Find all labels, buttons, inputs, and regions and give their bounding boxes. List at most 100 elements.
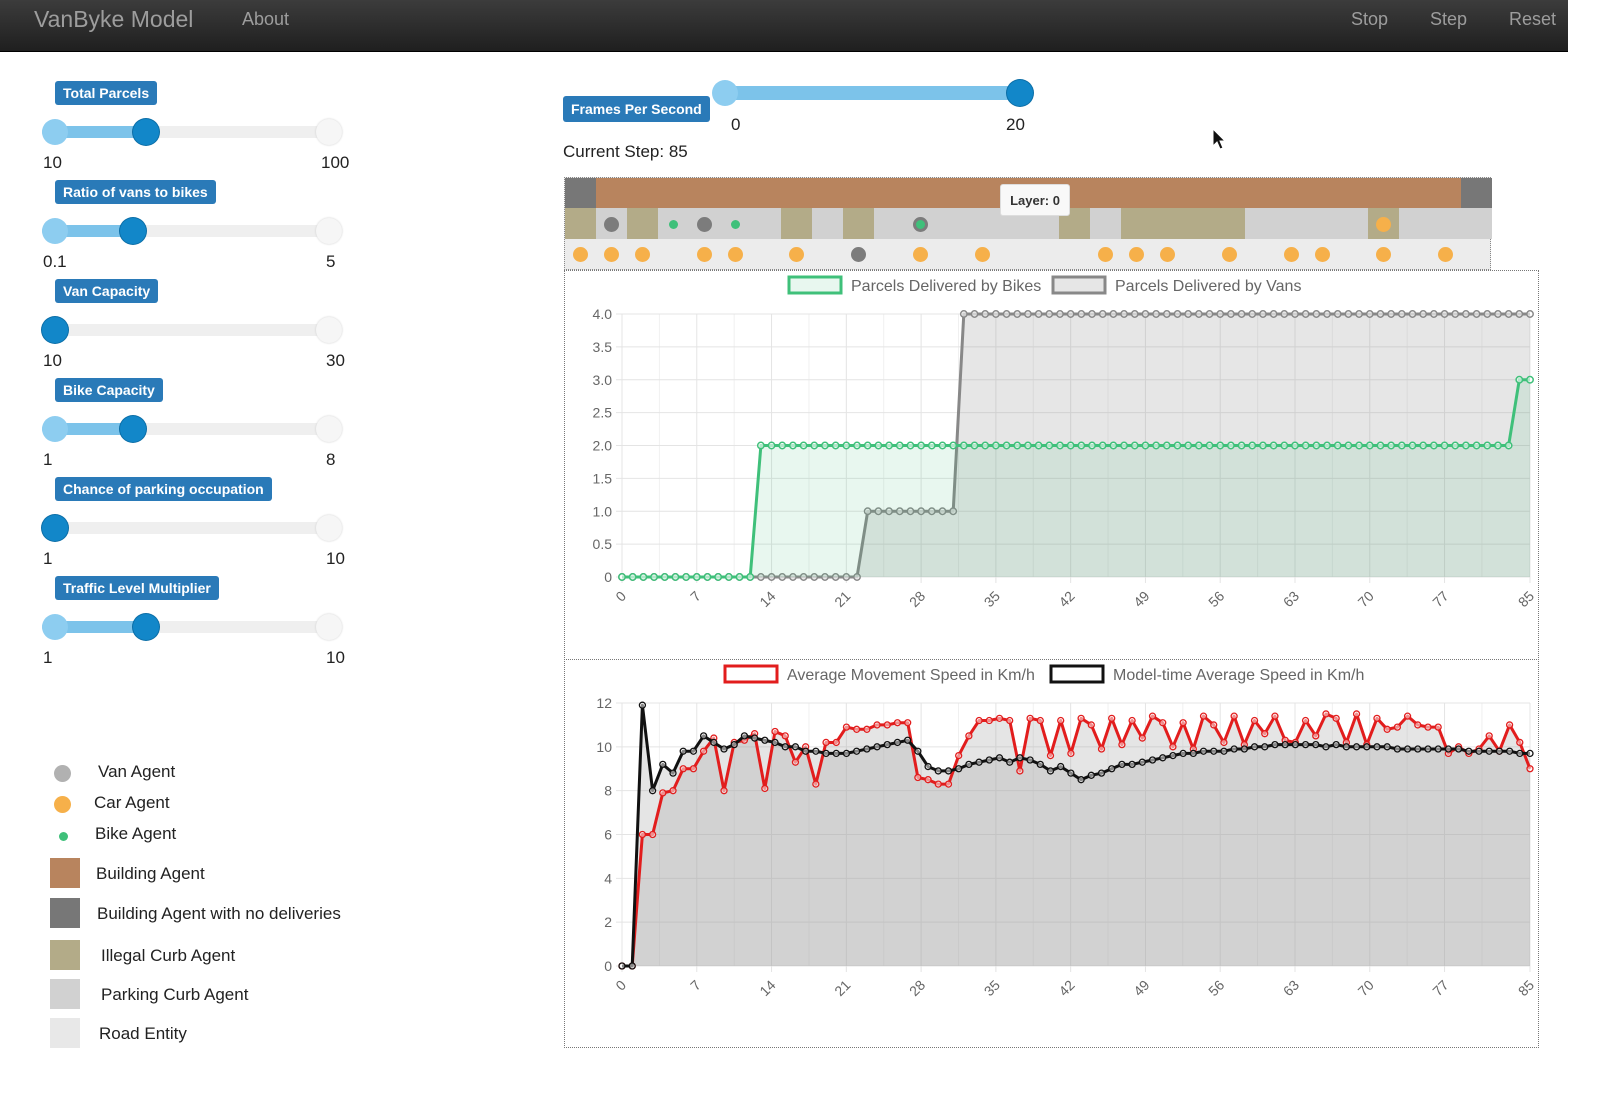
car-agent[interactable] — [634, 247, 650, 262]
bike-agent[interactable] — [668, 219, 678, 229]
slider-value-handle[interactable] — [42, 515, 68, 541]
building-cell[interactable] — [1244, 178, 1276, 208]
car-agent[interactable] — [1221, 247, 1237, 262]
building-cell[interactable] — [843, 178, 875, 208]
building-cell[interactable] — [1430, 178, 1462, 208]
bike-agent[interactable] — [730, 219, 740, 229]
building-cell[interactable] — [1183, 178, 1214, 208]
car-agent[interactable] — [1376, 216, 1392, 232]
param-slider[interactable] — [42, 614, 342, 640]
fps-value-handle[interactable] — [1007, 80, 1033, 106]
building-cell[interactable] — [1213, 178, 1245, 208]
slider-value-handle[interactable] — [133, 614, 160, 640]
car-agent[interactable] — [974, 247, 990, 262]
van-agent[interactable] — [603, 216, 619, 232]
slider-min-handle[interactable] — [42, 614, 68, 640]
slider-value-handle[interactable] — [133, 119, 160, 145]
building-cell[interactable] — [626, 178, 658, 208]
fps-min-handle[interactable] — [712, 80, 738, 106]
building-cell[interactable] — [1121, 178, 1153, 208]
building-cell[interactable] — [657, 178, 689, 208]
slider-value-handle[interactable] — [120, 218, 147, 244]
car-agent[interactable] — [1438, 247, 1454, 262]
car-agent[interactable] — [1129, 247, 1145, 262]
slider-max-handle[interactable] — [316, 614, 342, 640]
illegal-curb-cell[interactable] — [843, 208, 875, 239]
param-slider[interactable] — [42, 317, 342, 343]
building-cell[interactable] — [812, 178, 844, 208]
parking-curb-cell[interactable] — [750, 208, 782, 239]
building-cell[interactable] — [750, 178, 782, 208]
parking-curb-cell[interactable] — [1399, 208, 1431, 239]
car-agent[interactable] — [727, 247, 743, 262]
building-cell[interactable] — [688, 178, 720, 208]
building-cell[interactable] — [966, 178, 998, 208]
slider-value-handle[interactable] — [120, 416, 147, 442]
param-slider[interactable] — [42, 218, 342, 244]
car-agent[interactable] — [789, 247, 805, 262]
illegal-curb-cell[interactable] — [781, 208, 813, 239]
illegal-curb-cell[interactable] — [1183, 208, 1214, 239]
car-agent[interactable] — [1314, 247, 1330, 262]
car-agent[interactable] — [696, 247, 712, 262]
bike-agent[interactable] — [915, 219, 925, 229]
fps-slider[interactable] — [712, 80, 1033, 106]
building-cell[interactable] — [1152, 178, 1184, 208]
parking-curb-cell[interactable] — [1430, 208, 1462, 239]
building-cell[interactable] — [1399, 178, 1431, 208]
parking-curb-cell[interactable] — [1461, 208, 1493, 239]
building-cell[interactable] — [904, 178, 936, 208]
building-cell[interactable] — [719, 178, 751, 208]
parking-curb-cell[interactable] — [1337, 208, 1369, 239]
param-slider[interactable] — [42, 416, 342, 442]
building-cell[interactable] — [1337, 178, 1369, 208]
parking-curb-cell[interactable] — [1244, 208, 1276, 239]
param-slider[interactable] — [42, 119, 342, 145]
slider-max-handle[interactable] — [316, 218, 342, 244]
slider-max-handle[interactable] — [316, 416, 342, 442]
car-agent[interactable] — [573, 247, 588, 262]
van-agent[interactable] — [851, 247, 867, 262]
slider-min-handle[interactable] — [42, 119, 68, 145]
building-cell[interactable] — [595, 178, 627, 208]
slider-max-handle[interactable] — [316, 515, 342, 541]
car-agent[interactable] — [1098, 247, 1114, 262]
illegal-curb-cell[interactable] — [565, 208, 596, 239]
nav-about-link[interactable]: About — [242, 9, 289, 30]
stop-button[interactable]: Stop — [1351, 9, 1388, 30]
slider-max-handle[interactable] — [316, 119, 342, 145]
building-cell[interactable] — [1306, 178, 1338, 208]
parking-curb-cell[interactable] — [812, 208, 844, 239]
step-button[interactable]: Step — [1430, 9, 1467, 30]
building-cell[interactable] — [1368, 178, 1400, 208]
parking-curb-cell[interactable] — [935, 208, 967, 239]
illegal-curb-cell[interactable] — [1121, 208, 1153, 239]
car-agent[interactable] — [1160, 247, 1176, 262]
parking-curb-cell[interactable] — [874, 208, 905, 239]
slider-min-handle[interactable] — [42, 218, 68, 244]
slider-min-handle[interactable] — [42, 416, 68, 442]
param-slider[interactable] — [42, 515, 342, 541]
car-agent[interactable] — [1376, 247, 1392, 262]
building-cell[interactable] — [935, 178, 967, 208]
parking-curb-cell[interactable] — [1306, 208, 1338, 239]
illegal-curb-cell[interactable] — [1152, 208, 1184, 239]
illegal-curb-cell[interactable] — [626, 208, 658, 239]
illegal-curb-cell[interactable] — [1213, 208, 1245, 239]
parking-curb-cell[interactable] — [1090, 208, 1122, 239]
car-agent[interactable] — [603, 247, 619, 262]
parking-curb-cell[interactable] — [1275, 208, 1307, 239]
slider-value-handle[interactable] — [42, 317, 68, 343]
van-agent[interactable] — [696, 216, 712, 232]
building-cell[interactable] — [1090, 178, 1122, 208]
car-agent[interactable] — [912, 247, 928, 262]
building-cell[interactable] — [874, 178, 905, 208]
parking-curb-cell[interactable] — [966, 208, 998, 239]
slider-max-handle[interactable] — [316, 317, 342, 343]
reset-button[interactable]: Reset — [1509, 9, 1556, 30]
brand-title[interactable]: VanByke Model — [34, 6, 193, 33]
building-no-deliveries-cell[interactable] — [1461, 178, 1493, 208]
building-cell[interactable] — [1275, 178, 1307, 208]
building-cell[interactable] — [781, 178, 813, 208]
car-agent[interactable] — [1283, 247, 1299, 262]
